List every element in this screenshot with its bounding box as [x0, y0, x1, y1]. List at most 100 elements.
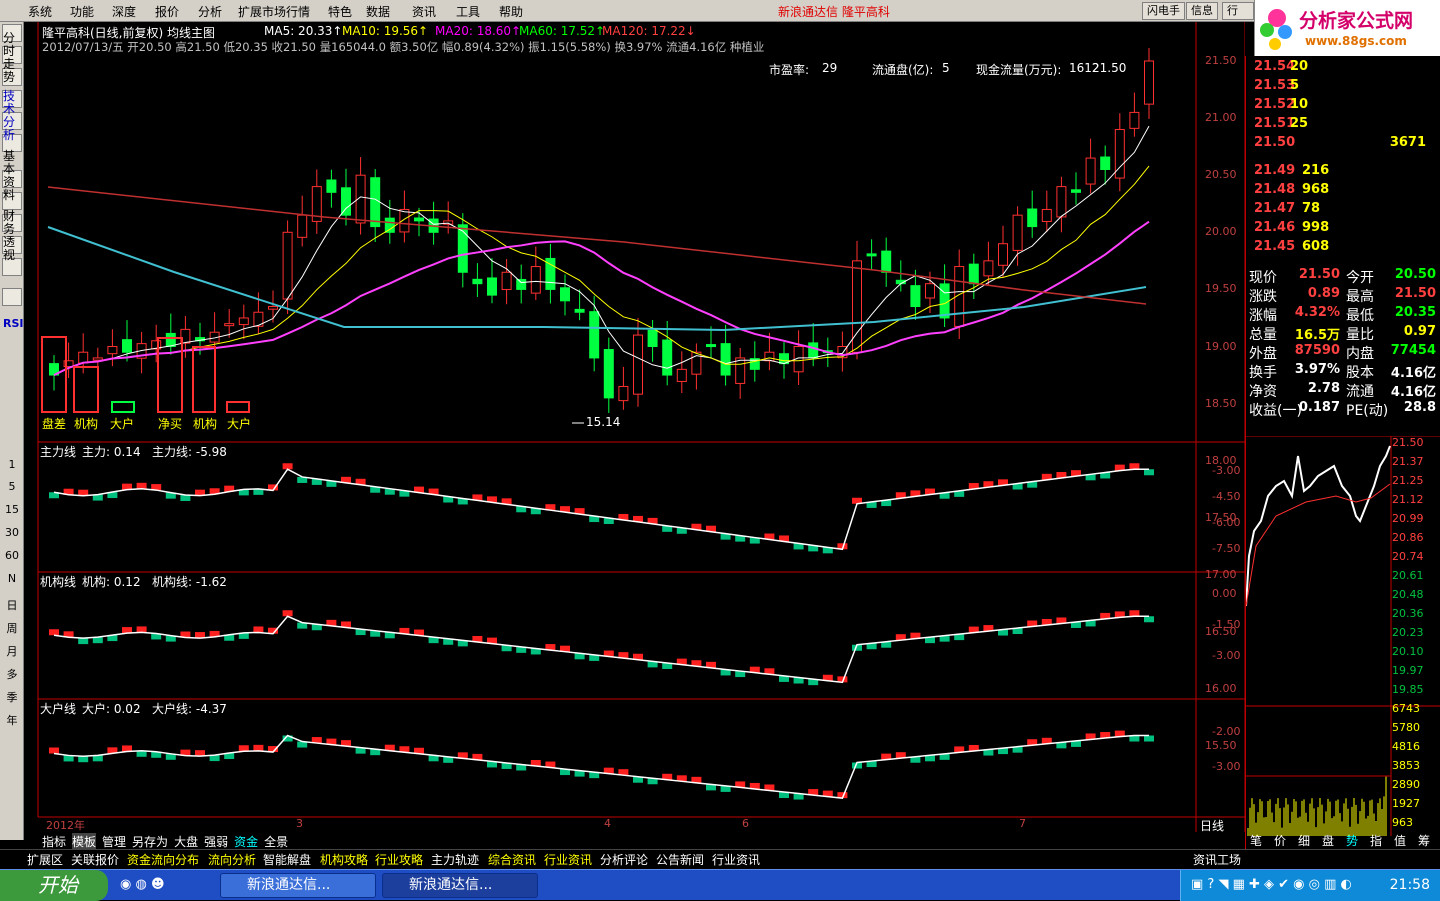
task-window-2[interactable]: 新浪通达信... — [382, 873, 538, 898]
link-item[interactable]: 资金流向分布 — [127, 851, 199, 868]
menu-item[interactable]: 功能 — [70, 3, 94, 20]
indicator-tab[interactable]: 资金 — [234, 833, 258, 850]
tab-fundamentals[interactable]: 基本资料 — [3, 150, 17, 202]
mini-price-tick: 19.85 — [1392, 683, 1424, 696]
period-button[interactable]: 季 — [3, 689, 21, 705]
link-item[interactable]: 行业攻略 — [375, 851, 423, 868]
price-tick: 15.50 — [1205, 739, 1237, 753]
link-item[interactable]: 机构攻略 — [320, 851, 368, 868]
indicator-tab[interactable]: 大盘 — [174, 833, 198, 850]
link-item[interactable]: 综合资讯 — [488, 851, 536, 868]
tray-icons[interactable]: ▣ ? ◥ ▦ ✚ ◈ ✔ ◉ ◎ ▥ ◐ — [1191, 877, 1352, 892]
period-button[interactable]: 日 — [3, 597, 21, 613]
panel-tab[interactable]: 值 — [1394, 832, 1406, 849]
more-button[interactable]: 行 — [1222, 2, 1254, 20]
indicator-bar — [49, 629, 59, 636]
candle-body — [618, 385, 629, 402]
lightning-trade-button[interactable]: 闪电手 — [1142, 2, 1185, 20]
link-item[interactable]: 公告新闻 — [656, 851, 704, 868]
tool-icon[interactable] — [2, 288, 22, 306]
mini-price-tick: 20.86 — [1392, 531, 1424, 544]
quote-label: 总量 — [1249, 327, 1277, 343]
period-label[interactable]: 日线 — [1200, 817, 1224, 834]
info-button[interactable]: 信息 — [1186, 2, 1218, 20]
candle-body — [968, 263, 979, 285]
tab-technical[interactable]: 技术分析 — [3, 90, 17, 142]
menu-item[interactable]: 分析 — [198, 3, 222, 20]
indicator-tab[interactable]: 另存为 — [132, 833, 168, 850]
period-button[interactable]: RSI — [3, 317, 24, 330]
period-button[interactable]: 15 — [3, 503, 21, 516]
link-item[interactable]: 分析评论 — [600, 851, 648, 868]
period-button[interactable]: N — [3, 572, 21, 585]
period-button[interactable]: 年 — [3, 712, 21, 728]
logo-url: www.88gs.com — [1305, 34, 1407, 48]
period-button[interactable]: 多 — [3, 666, 21, 682]
start-button[interactable]: 开始 — [0, 870, 108, 901]
menu-item[interactable]: 资讯 — [412, 3, 436, 20]
fund-bar-label: 大户 — [227, 417, 252, 431]
indicator-tab[interactable]: 强弱 — [204, 833, 228, 850]
indicator-tab[interactable]: 模板 — [72, 833, 97, 850]
mini-price-tick: 20.99 — [1392, 512, 1424, 525]
tab-finance[interactable]: 财务透视 — [3, 210, 17, 262]
panel-tab[interactable]: 筹 — [1418, 832, 1430, 849]
period-button[interactable]: 30 — [3, 526, 21, 539]
menu-item[interactable]: 深度 — [112, 3, 136, 20]
panel-tab[interactable]: 势 — [1346, 832, 1358, 849]
date-tick: 6 — [742, 817, 749, 830]
book-volume: 998 — [1302, 220, 1330, 235]
fund-bar-label: 盘差 — [42, 417, 67, 431]
indicator-bar — [238, 745, 249, 752]
book-price: 21.49 — [1254, 163, 1296, 178]
link-item[interactable]: 行业资讯 — [712, 851, 760, 868]
link-item[interactable]: 智能解盘 — [263, 851, 311, 868]
panel-tab[interactable]: 笔 — [1250, 832, 1262, 849]
period-button[interactable]: 1 — [3, 458, 21, 471]
candle-body — [92, 357, 103, 361]
candle-body — [706, 344, 716, 348]
menu-item[interactable]: 特色 — [328, 3, 352, 20]
mini-price-tick: 19.97 — [1392, 664, 1424, 677]
menu-item[interactable]: 帮助 — [499, 3, 523, 20]
period-button[interactable]: 月 — [3, 643, 21, 659]
period-button[interactable]: 60 — [3, 549, 21, 562]
candle-body — [1085, 157, 1096, 185]
menu-item[interactable]: 系统 — [28, 3, 52, 20]
candle-body — [384, 217, 395, 233]
book-price: 21.46 — [1254, 220, 1296, 235]
indicator-tab[interactable]: 指标 — [42, 833, 66, 850]
link-item[interactable]: 关联报价 — [71, 851, 119, 868]
indicator-tick: -3.00 — [1212, 464, 1241, 477]
indicator-value: 主力: 0.14 — [82, 445, 141, 459]
link-item[interactable]: 行业资讯 — [544, 851, 592, 868]
tab-intraday[interactable]: 分时走势 — [3, 32, 17, 84]
panel-tab[interactable]: 细 — [1298, 832, 1310, 849]
menu-item[interactable]: 报价 — [155, 3, 179, 20]
pe-label: 市盈率: — [769, 63, 810, 77]
indicator-tab[interactable]: 管理 — [102, 833, 126, 850]
task-window-1[interactable]: 新浪通达信... — [220, 873, 376, 898]
mini-price-tick: 20.48 — [1392, 588, 1424, 601]
period-button[interactable]: 周 — [3, 620, 21, 636]
indicator-bar — [1129, 610, 1140, 617]
link-item[interactable]: 主力轨迹 — [431, 851, 479, 868]
panel-tab[interactable]: 价 — [1274, 832, 1286, 849]
info-factory-link[interactable]: 资讯工场 — [1193, 851, 1241, 868]
link-item[interactable]: 流向分析 — [208, 851, 256, 868]
candle-body — [472, 278, 483, 285]
ma-line — [53, 220, 1150, 376]
panel-tab[interactable]: 指 — [1370, 832, 1382, 849]
menu-item[interactable]: 扩展市场行情 — [238, 3, 310, 20]
period-button[interactable]: 5 — [3, 480, 21, 493]
link-item[interactable]: 扩展区 — [27, 851, 63, 868]
chart-area[interactable]: 隆平高科(日线,前复权) 均线主图 MA5: 20.33↑ MA10: 19.56… — [24, 22, 1245, 850]
quicklaunch-icon[interactable]: ◉ ◍ ☻ — [120, 877, 165, 892]
candle-body — [107, 346, 118, 355]
indicator-tab[interactable]: 全景 — [264, 833, 288, 850]
panel-tab[interactable]: 盘 — [1322, 832, 1334, 849]
menu-item[interactable]: 工具 — [456, 3, 480, 20]
menu-item[interactable]: 数据 — [366, 3, 390, 20]
price-tick: 17.00 — [1205, 567, 1237, 581]
candle-body — [1056, 186, 1067, 218]
